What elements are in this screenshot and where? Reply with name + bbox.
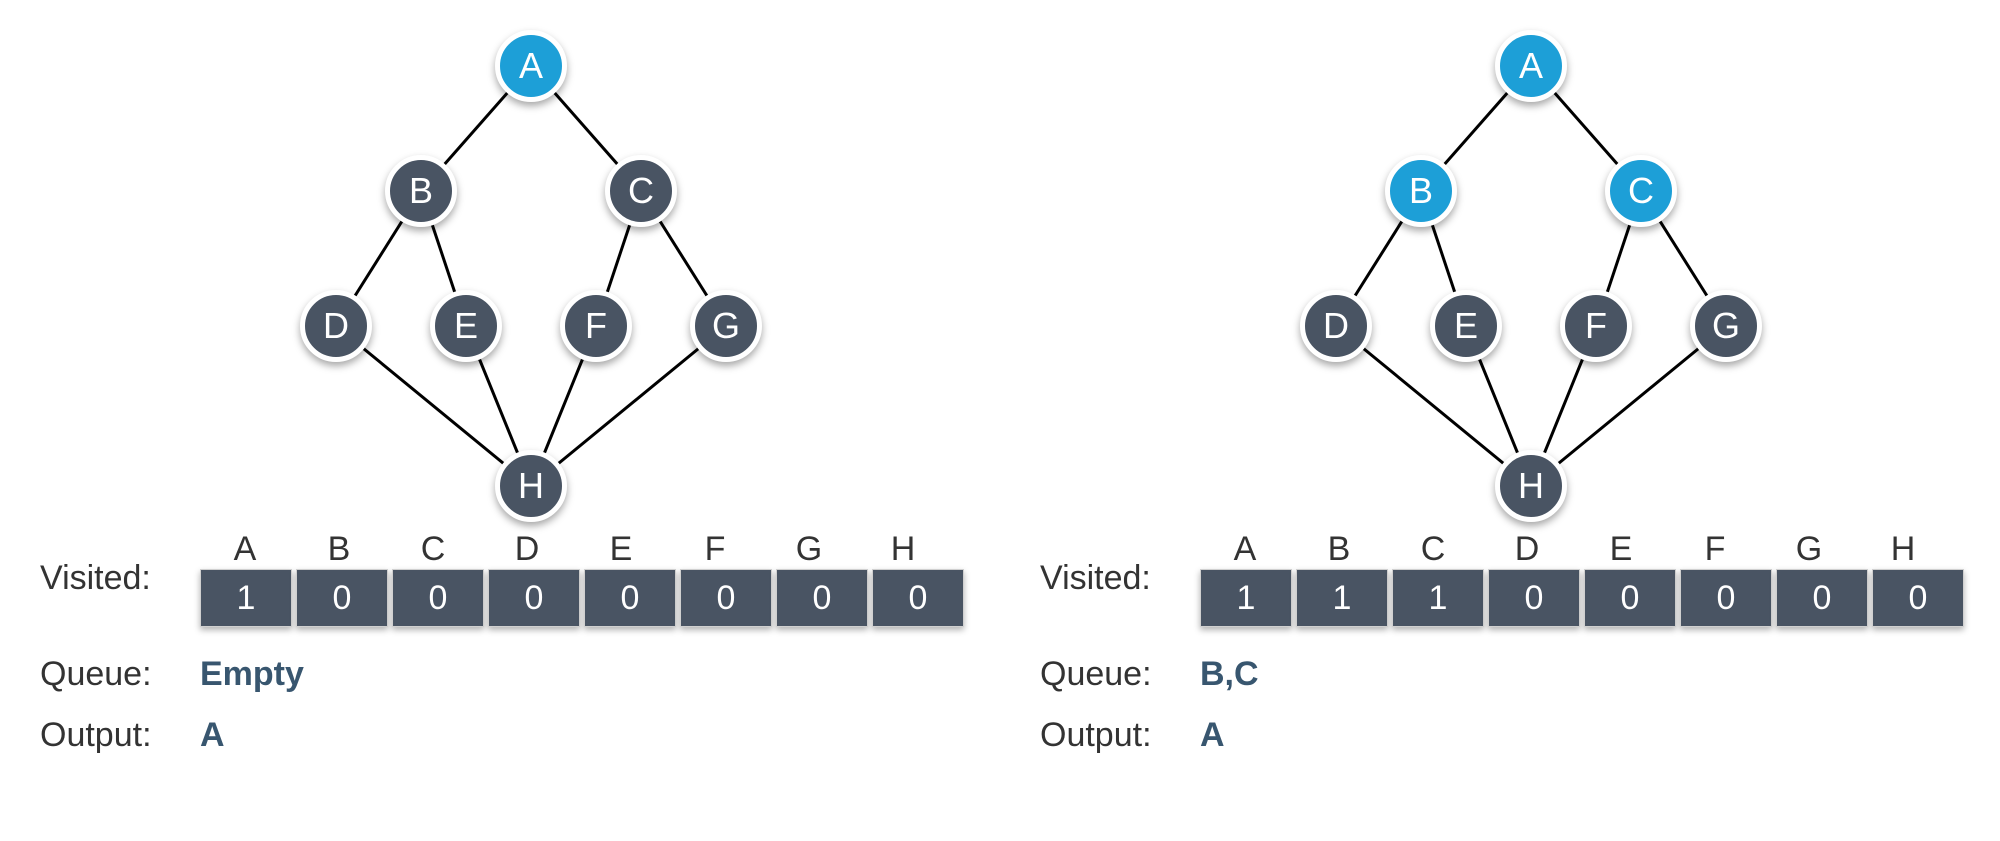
- visited-cells-1: 10000000: [200, 569, 968, 627]
- panel-step-1: ABCDEFGH Visited: ABCDEFGH 10000000 Queu…: [0, 0, 1000, 777]
- queue-row-1: Queue: Empty: [40, 655, 1000, 694]
- graph-node-f: F: [560, 290, 632, 362]
- graph-node-g: G: [1690, 290, 1762, 362]
- graph-node-c: C: [1605, 155, 1677, 227]
- visited-value-cell: 0: [1872, 569, 1964, 627]
- visited-header-cell: C: [388, 530, 478, 569]
- visited-headers-1: ABCDEFGH: [200, 530, 968, 569]
- visited-value-cell: 1: [200, 569, 292, 627]
- visited-header-cell: E: [576, 530, 666, 569]
- output-value-2: A: [1200, 716, 1225, 755]
- graph-node-b: B: [1385, 155, 1457, 227]
- info-block-1: Visited: ABCDEFGH 10000000 Queue: Empty …: [0, 530, 1000, 755]
- visited-header-cell: G: [764, 530, 854, 569]
- visited-value-cell: 0: [776, 569, 868, 627]
- visited-row-2: Visited: ABCDEFGH 11100000: [1040, 530, 2000, 627]
- queue-value-1: Empty: [200, 655, 304, 694]
- visited-value-cell: 0: [1584, 569, 1676, 627]
- graph-node-g: G: [690, 290, 762, 362]
- queue-value-2: B,C: [1200, 655, 1259, 694]
- output-value-1: A: [200, 716, 225, 755]
- visited-value-cell: 1: [1296, 569, 1388, 627]
- visited-table-2: ABCDEFGH 11100000: [1200, 530, 1968, 627]
- visited-cells-2: 11100000: [1200, 569, 1968, 627]
- visited-header-cell: F: [1670, 530, 1760, 569]
- graph-edge: [1531, 326, 1726, 486]
- visited-table-1: ABCDEFGH 10000000: [200, 530, 968, 627]
- visited-value-cell: 0: [680, 569, 772, 627]
- graph-node-f: F: [1560, 290, 1632, 362]
- info-block-2: Visited: ABCDEFGH 11100000 Queue: B,C Ou…: [1000, 530, 2000, 755]
- visited-header-cell: H: [858, 530, 948, 569]
- output-label: Output:: [40, 716, 200, 755]
- visited-header-cell: B: [1294, 530, 1384, 569]
- visited-header-cell: B: [294, 530, 384, 569]
- graph-node-h: H: [495, 450, 567, 522]
- graph-edge: [336, 326, 531, 486]
- graph-area-2: AB C DEFG H: [1000, 0, 2000, 530]
- graph-node-c: C: [605, 155, 677, 227]
- panel-step-2: ABCDEFGH Visited: ABCDEFGH 11100000 Queu…: [1000, 0, 2000, 777]
- visited-value-cell: 0: [392, 569, 484, 627]
- visited-header-cell: C: [1388, 530, 1478, 569]
- visited-header-cell: A: [200, 530, 290, 569]
- diagram-panels: ABCDEFGH Visited: ABCDEFGH 10000000 Queu…: [0, 0, 2000, 777]
- visited-header-cell: F: [670, 530, 760, 569]
- visited-label: Visited:: [40, 559, 200, 598]
- graph-node-d: D: [300, 290, 372, 362]
- output-row-1: Output: A: [40, 716, 1000, 755]
- visited-value-cell: 0: [872, 569, 964, 627]
- visited-headers-2: ABCDEFGH: [1200, 530, 1968, 569]
- graph-area-1: AB C DEFG H: [0, 0, 1000, 530]
- visited-row-1: Visited: ABCDEFGH 10000000: [40, 530, 1000, 627]
- queue-label: Queue:: [40, 655, 200, 694]
- visited-value-cell: 1: [1200, 569, 1292, 627]
- graph-node-e: E: [1430, 290, 1502, 362]
- visited-header-cell: D: [1482, 530, 1572, 569]
- visited-header-cell: G: [1764, 530, 1854, 569]
- graph-node-h: H: [1495, 450, 1567, 522]
- visited-value-cell: 0: [296, 569, 388, 627]
- graph-node-a: A: [1495, 30, 1567, 102]
- output-label: Output:: [1040, 716, 1200, 755]
- graph-node-d: D: [1300, 290, 1372, 362]
- graph-node-b: B: [385, 155, 457, 227]
- visited-header-cell: A: [1200, 530, 1290, 569]
- visited-value-cell: 1: [1392, 569, 1484, 627]
- output-row-2: Output: A: [1040, 716, 2000, 755]
- visited-label: Visited:: [1040, 559, 1200, 598]
- visited-header-cell: D: [482, 530, 572, 569]
- visited-header-cell: H: [1858, 530, 1948, 569]
- visited-header-cell: E: [1576, 530, 1666, 569]
- visited-value-cell: 0: [584, 569, 676, 627]
- graph-edge: [531, 326, 726, 486]
- visited-value-cell: 0: [1488, 569, 1580, 627]
- visited-value-cell: 0: [488, 569, 580, 627]
- queue-label: Queue:: [1040, 655, 1200, 694]
- graph-edge: [1336, 326, 1531, 486]
- graph-node-e: E: [430, 290, 502, 362]
- visited-value-cell: 0: [1776, 569, 1868, 627]
- queue-row-2: Queue: B,C: [1040, 655, 2000, 694]
- visited-value-cell: 0: [1680, 569, 1772, 627]
- graph-node-a: A: [495, 30, 567, 102]
